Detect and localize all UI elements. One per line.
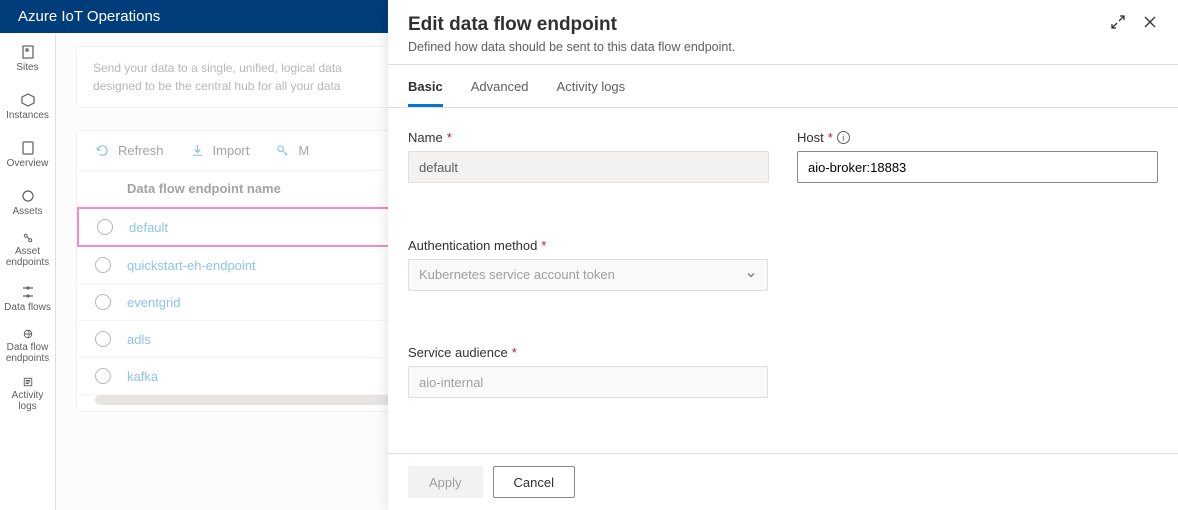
tab-advanced[interactable]: Advanced	[471, 79, 529, 107]
form-group-host: Host * i	[797, 130, 1158, 216]
sidebar-item-overview[interactable]: Overview	[0, 130, 55, 178]
tab-basic[interactable]: Basic	[408, 79, 443, 107]
apply-button[interactable]: Apply	[408, 466, 483, 498]
sidebar-label: Asset endpoints	[2, 246, 53, 268]
form-group-auth: Authentication method * Kubernetes servi…	[408, 238, 769, 324]
panel-title: Edit data flow endpoint	[408, 14, 1110, 36]
panel-header-icons	[1110, 14, 1158, 30]
app-title: Azure IoT Operations	[18, 8, 160, 25]
required-asterisk: *	[512, 345, 517, 360]
name-input[interactable]	[408, 151, 769, 183]
form-group-audience: Service audience *	[408, 345, 769, 431]
sidebar-label: Data flows	[4, 302, 51, 313]
sidebar-item-sites[interactable]: Sites	[0, 34, 55, 82]
asset-icon	[20, 188, 36, 204]
form-group-name: Name *	[408, 130, 769, 216]
info-icon[interactable]: i	[837, 131, 850, 144]
sidebar-label: Assets	[12, 206, 42, 217]
panel-tabs: Basic Advanced Activity logs	[388, 65, 1178, 107]
flow-icon	[20, 284, 36, 300]
sidebar-item-asset-endpoints[interactable]: Asset endpoints	[0, 226, 55, 274]
globe-icon	[20, 328, 36, 340]
sidebar-item-activity-logs[interactable]: Activity logs	[0, 370, 55, 418]
cancel-button[interactable]: Cancel	[493, 466, 575, 498]
expand-icon[interactable]	[1110, 14, 1126, 30]
auth-label: Authentication method *	[408, 238, 769, 253]
panel-subtitle: Defined how data should be sent to this …	[408, 40, 1110, 54]
required-asterisk: *	[447, 130, 452, 145]
chevron-down-icon	[745, 269, 757, 281]
sidebar-label: Instances	[6, 110, 49, 121]
sidebar-label: Activity logs	[2, 390, 53, 412]
auth-select[interactable]: Kubernetes service account token	[408, 259, 768, 291]
sidebar-item-instances[interactable]: Instances	[0, 82, 55, 130]
required-asterisk: *	[828, 130, 833, 145]
sidebar: Sites Instances Overview Assets Asset en…	[0, 34, 56, 510]
close-icon[interactable]	[1142, 14, 1158, 30]
audience-label: Service audience *	[408, 345, 769, 360]
edit-endpoint-panel: Edit data flow endpoint Defined how data…	[388, 0, 1178, 510]
auth-value: Kubernetes service account token	[419, 267, 615, 282]
host-label: Host * i	[797, 130, 1158, 145]
log-icon	[20, 376, 36, 388]
sidebar-item-dataflow-endpoints[interactable]: Data flow endpoints	[0, 322, 55, 370]
sidebar-label: Sites	[16, 62, 38, 73]
sidebar-item-assets[interactable]: Assets	[0, 178, 55, 226]
sidebar-item-data-flows[interactable]: Data flows	[0, 274, 55, 322]
panel-header: Edit data flow endpoint Defined how data…	[388, 0, 1178, 64]
building-icon	[20, 44, 36, 60]
panel-header-text: Edit data flow endpoint Defined how data…	[408, 14, 1110, 54]
cube-icon	[20, 92, 36, 108]
host-input[interactable]	[797, 151, 1158, 183]
tab-activity-logs[interactable]: Activity logs	[557, 79, 626, 107]
endpoint-icon	[20, 232, 36, 244]
name-label: Name *	[408, 130, 769, 145]
sidebar-label: Overview	[7, 158, 49, 169]
sidebar-label: Data flow endpoints	[2, 342, 53, 364]
panel-footer: Apply Cancel	[388, 453, 1178, 510]
required-asterisk: *	[541, 238, 546, 253]
book-icon	[20, 140, 36, 156]
endpoint-form: Name * Host * i Authentication method * …	[388, 108, 1178, 453]
audience-input[interactable]	[408, 366, 768, 398]
